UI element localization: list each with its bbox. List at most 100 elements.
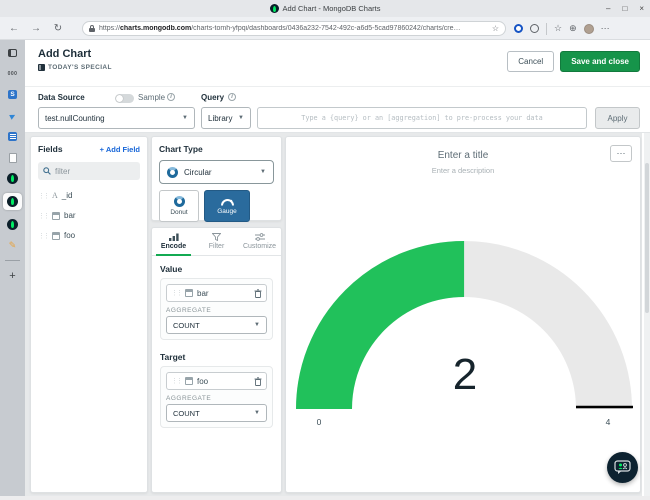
- mongodb-tab-icon[interactable]: [4, 172, 21, 185]
- web-capture-icon[interactable]: ⊕: [569, 23, 577, 34]
- chart-description-placeholder[interactable]: Enter a description: [286, 166, 640, 175]
- browser-vertical-tabs: 000 S ▶ ✎ +: [0, 40, 25, 500]
- date-type-icon: [185, 377, 193, 385]
- date-type-icon: [52, 212, 60, 220]
- donut-icon: [174, 196, 185, 207]
- target-field-chip[interactable]: ⋮⋮ foo: [166, 372, 267, 390]
- new-tab-plus-icon[interactable]: +: [4, 269, 21, 282]
- sample-info-icon[interactable]: i: [167, 93, 175, 101]
- chevron-down-icon: ▼: [260, 169, 266, 175]
- field-filter-box[interactable]: [38, 162, 140, 180]
- tab-encode[interactable]: Encode: [152, 228, 195, 255]
- window-bottom-edge: [0, 496, 650, 500]
- support-chat-button[interactable]: [607, 452, 638, 483]
- encode-panel: Encode Filter Customize Value ⋮⋮ bar AGG: [151, 227, 282, 493]
- close-button[interactable]: ×: [639, 4, 644, 13]
- favorites-star-icon[interactable]: ☆: [554, 23, 562, 34]
- chevron-down-icon: ▼: [254, 322, 260, 328]
- field-item[interactable]: ⋮⋮ A _id: [38, 191, 140, 200]
- drag-handle-icon[interactable]: ⋮⋮: [171, 377, 181, 385]
- datasource-select[interactable]: test.nullCounting▼: [38, 107, 195, 129]
- apply-button[interactable]: Apply: [595, 107, 640, 129]
- add-field-button[interactable]: + Add Field: [100, 145, 140, 154]
- profile-avatar[interactable]: [584, 24, 594, 34]
- target-aggregate-select[interactable]: COUNT▼: [166, 404, 267, 422]
- drag-handle-icon[interactable]: ⋮⋮: [38, 232, 48, 240]
- chart-type-panel: Chart Type Circular ▼ Donut Gauge: [151, 136, 282, 221]
- browser-tab[interactable]: Add Chart - MongoDB Charts: [0, 4, 650, 13]
- fields-panel: Fields + Add Field ⋮⋮ A _id ⋮⋮ bar ⋮⋮ fo…: [30, 136, 148, 493]
- minimize-button[interactable]: –: [606, 4, 610, 13]
- filter-app-icon[interactable]: [4, 130, 21, 143]
- send-icon[interactable]: ▶: [4, 109, 21, 122]
- donut-subtype-button[interactable]: Donut: [159, 190, 199, 222]
- value-aggregate-select[interactable]: COUNT▼: [166, 316, 267, 334]
- s-app-icon[interactable]: S: [4, 88, 21, 101]
- drag-handle-icon[interactable]: ⋮⋮: [38, 212, 48, 220]
- lock-icon: [89, 25, 95, 32]
- save-and-close-button[interactable]: Save and close: [560, 51, 640, 72]
- document-icon[interactable]: [4, 151, 21, 164]
- drag-handle-icon[interactable]: ⋮⋮: [38, 192, 48, 200]
- field-item[interactable]: ⋮⋮ foo: [38, 231, 140, 240]
- gauge-value: 2: [453, 350, 477, 399]
- field-item[interactable]: ⋮⋮ bar: [38, 211, 140, 220]
- page-title: Add Chart: [38, 48, 91, 60]
- field-filter-input[interactable]: [55, 167, 125, 176]
- aggregate-label: AGGREGATE: [166, 307, 267, 314]
- extension-clock-icon[interactable]: [530, 24, 539, 33]
- cancel-button[interactable]: Cancel: [507, 51, 554, 72]
- date-type-icon: [185, 289, 193, 297]
- gauge-subtype-button[interactable]: Gauge: [204, 190, 250, 222]
- tab-filter[interactable]: Filter: [195, 228, 238, 255]
- value-section-title: Value: [160, 264, 273, 274]
- target-channel-group: ⋮⋮ foo AGGREGATE COUNT▼: [160, 366, 273, 428]
- chart-title-placeholder[interactable]: Enter a title: [286, 150, 640, 161]
- window-icon[interactable]: [4, 46, 21, 59]
- browser-titlebar: Add Chart - MongoDB Charts – □ ×: [0, 0, 650, 17]
- url-text: https://charts.mongodb.com/charts-tomh-y…: [99, 25, 488, 32]
- library-dropdown[interactable]: Library▼: [201, 107, 251, 129]
- page-scrollbar[interactable]: [644, 133, 650, 500]
- tab-title-text: Add Chart - MongoDB Charts: [283, 4, 381, 13]
- sliders-icon: [255, 233, 265, 241]
- tab-customize[interactable]: Customize: [238, 228, 281, 255]
- chart-type-title: Chart Type: [159, 144, 274, 154]
- chart-bars-icon: [169, 233, 179, 241]
- mongodb-tab-icon-active[interactable]: [3, 193, 22, 210]
- drag-handle-icon[interactable]: ⋮⋮: [171, 289, 181, 297]
- chat-bubble-icon: [614, 460, 631, 475]
- query-info-icon[interactable]: i: [228, 93, 236, 101]
- edit-pencil-icon[interactable]: ✎: [4, 239, 21, 252]
- back-icon[interactable]: ←: [6, 23, 22, 34]
- value-field-chip[interactable]: ⋮⋮ bar: [166, 284, 267, 302]
- mongodb-favicon: [270, 4, 279, 13]
- gauge-icon: [220, 197, 235, 206]
- string-type-icon: A: [52, 191, 58, 200]
- browser-toolbar: ← → ↻ https://charts.mongodb.com/charts-…: [0, 17, 650, 40]
- chart-type-select[interactable]: Circular ▼: [159, 160, 274, 184]
- value-channel-group: ⋮⋮ bar AGGREGATE COUNT▼: [160, 278, 273, 340]
- chevron-down-icon: ▼: [182, 115, 188, 121]
- forward-icon[interactable]: →: [28, 23, 44, 34]
- gauge-min-label: 0: [317, 417, 322, 427]
- chart-menu-button[interactable]: ⋯: [610, 145, 632, 162]
- fields-title: Fields: [38, 144, 63, 154]
- trash-icon[interactable]: [254, 289, 262, 298]
- target-section-title: Target: [160, 352, 273, 362]
- query-input[interactable]: [257, 107, 587, 129]
- browser-menu-icon[interactable]: ⋯: [601, 23, 610, 34]
- refresh-icon[interactable]: ↻: [50, 23, 66, 34]
- chevron-down-icon: ▼: [238, 115, 244, 121]
- trash-icon[interactable]: [254, 377, 262, 386]
- favorites-settings-icon[interactable]: ☆: [492, 24, 499, 33]
- address-bar[interactable]: https://charts.mongodb.com/charts-tomh-y…: [82, 21, 506, 36]
- sidebar-divider: [5, 260, 20, 261]
- maximize-button[interactable]: □: [622, 4, 627, 13]
- sample-toggle[interactable]: [115, 94, 134, 103]
- dashboard-name: TODAY'S SPECIAL: [48, 64, 112, 71]
- mongodb-tab-icon[interactable]: [4, 218, 21, 231]
- binary-list-icon[interactable]: 000: [4, 67, 21, 80]
- page-header: Add Chart TODAY'S SPECIAL Cancel Save an…: [25, 40, 650, 86]
- extension-ring-icon[interactable]: [514, 24, 523, 33]
